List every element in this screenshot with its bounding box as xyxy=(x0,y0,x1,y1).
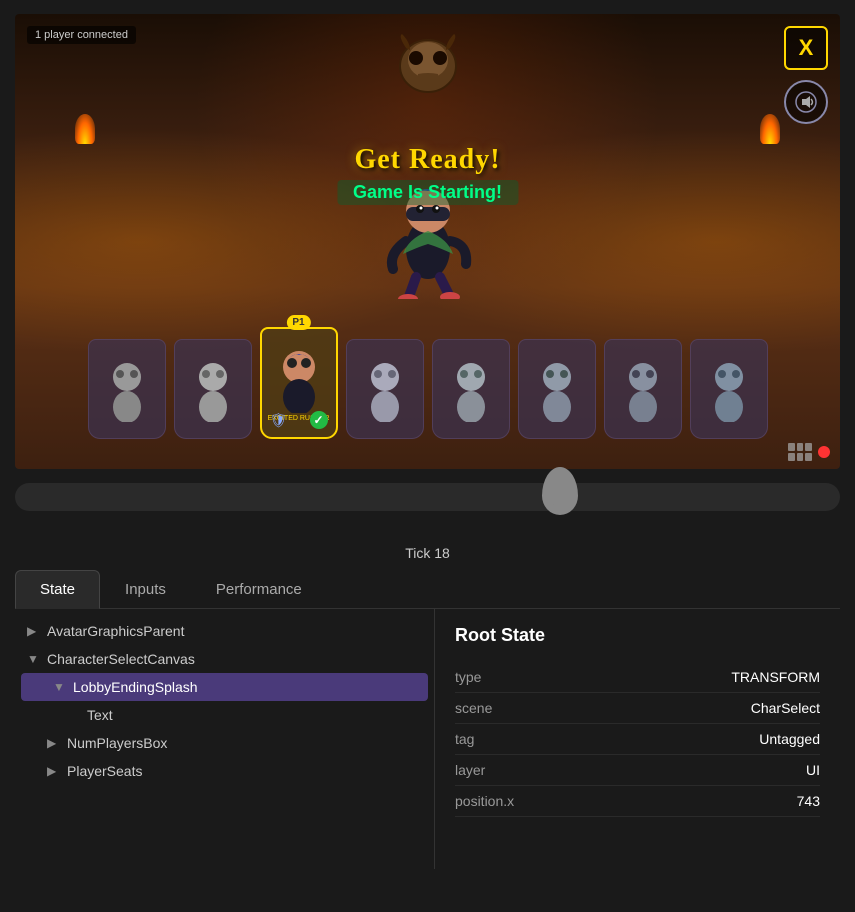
recording-indicator xyxy=(818,446,830,458)
state-key-tag: tag xyxy=(455,731,474,747)
char-slot-6[interactable] xyxy=(518,339,596,439)
state-panel-title: Root State xyxy=(455,625,820,646)
tree-panel: ▶ AvatarGraphicsParent ▼ CharacterSelect… xyxy=(15,609,435,869)
timeline-thumb[interactable] xyxy=(542,467,578,515)
tree-label-numplayers: NumPlayersBox xyxy=(67,735,167,751)
state-value-position-x: 743 xyxy=(797,793,820,809)
state-row-position-x: position.x 743 xyxy=(455,786,820,817)
audio-button[interactable] xyxy=(784,80,828,124)
tree-label-canvas: CharacterSelectCanvas xyxy=(47,651,195,667)
tree-item-lobby-ending-splash[interactable]: ▼ LobbyEndingSplash xyxy=(21,673,428,701)
tree-arrow-playerseats: ▶ xyxy=(47,764,61,778)
tree-item-avatar-graphics-parent[interactable]: ▶ AvatarGraphicsParent xyxy=(15,617,434,645)
tree-item-num-players-box[interactable]: ▶ NumPlayersBox xyxy=(15,729,434,757)
char-slot-8[interactable] xyxy=(690,339,768,439)
character-slots: P1 EXCITED RUSHER ✓ 🛡 xyxy=(88,327,768,439)
bottom-right-icons xyxy=(788,443,830,461)
tab-state[interactable]: State xyxy=(15,570,100,609)
get-ready-title: Get Ready! xyxy=(337,144,518,176)
char-slot-2[interactable] xyxy=(174,339,252,439)
game-viewport: 1 player connected Get Ready! Game Is St… xyxy=(15,14,840,469)
tree-label-text: Text xyxy=(87,707,113,723)
torch-flame-left xyxy=(75,114,95,144)
state-key-position-x: position.x xyxy=(455,793,514,809)
grid-icon[interactable] xyxy=(788,443,812,461)
char-slot-7[interactable] xyxy=(604,339,682,439)
tab-inputs[interactable]: Inputs xyxy=(100,570,191,609)
tree-label-lobby: LobbyEndingSplash xyxy=(73,679,198,695)
tree-item-character-select-canvas[interactable]: ▼ CharacterSelectCanvas xyxy=(15,645,434,673)
tree-arrow-lobby: ▼ xyxy=(53,680,67,694)
tabs-container: State Inputs Performance xyxy=(15,561,840,609)
tree-item-text[interactable]: Text xyxy=(15,701,434,729)
tick-label: Tick 18 xyxy=(0,545,855,561)
skull-decoration xyxy=(388,34,468,109)
close-x-button[interactable]: X xyxy=(784,26,828,70)
tree-arrow-numplayers: ▶ xyxy=(47,736,61,750)
tree-arrow-canvas: ▼ xyxy=(27,652,41,666)
tree-arrow-avatar: ▶ xyxy=(27,624,41,638)
char-slot-4[interactable] xyxy=(346,339,424,439)
char-slot-3-selected[interactable]: P1 EXCITED RUSHER ✓ 🛡 xyxy=(260,327,338,439)
char-slot-5[interactable] xyxy=(432,339,510,439)
tree-label-playerseats: PlayerSeats xyxy=(67,763,142,779)
state-key-scene: scene xyxy=(455,700,492,716)
state-row-layer: layer UI xyxy=(455,755,820,786)
state-value-type: TRANSFORM xyxy=(731,669,820,685)
state-value-scene: CharSelect xyxy=(751,700,820,716)
p1-badge: P1 xyxy=(286,315,310,330)
state-panel: Root State type TRANSFORM scene CharSele… xyxy=(435,609,840,869)
game-starting-subtitle: Game Is Starting! xyxy=(337,180,518,205)
tab-performance[interactable]: Performance xyxy=(191,570,327,609)
tree-label-avatar: AvatarGraphicsParent xyxy=(47,623,184,639)
state-key-layer: layer xyxy=(455,762,485,778)
state-value-layer: UI xyxy=(806,762,820,778)
state-row-tag: tag Untagged xyxy=(455,724,820,755)
content-area: ▶ AvatarGraphicsParent ▼ CharacterSelect… xyxy=(15,609,840,869)
state-key-type: type xyxy=(455,669,481,685)
slider-area xyxy=(15,469,840,539)
state-row-scene: scene CharSelect xyxy=(455,693,820,724)
tree-item-player-seats[interactable]: ▶ PlayerSeats xyxy=(15,757,434,785)
state-row-type: type TRANSFORM xyxy=(455,662,820,693)
get-ready-container: Get Ready! Game Is Starting! xyxy=(337,144,518,205)
char-slot-1[interactable] xyxy=(88,339,166,439)
player-connected-badge: 1 player connected xyxy=(27,26,136,44)
selected-checkmark: ✓ xyxy=(310,411,328,429)
torch-flame-right xyxy=(760,114,780,144)
torch-right xyxy=(760,114,780,174)
torch-left xyxy=(75,114,95,174)
shield-icon: 🛡 xyxy=(270,412,288,429)
timeline-track[interactable] xyxy=(15,483,840,511)
state-value-tag: Untagged xyxy=(759,731,820,747)
